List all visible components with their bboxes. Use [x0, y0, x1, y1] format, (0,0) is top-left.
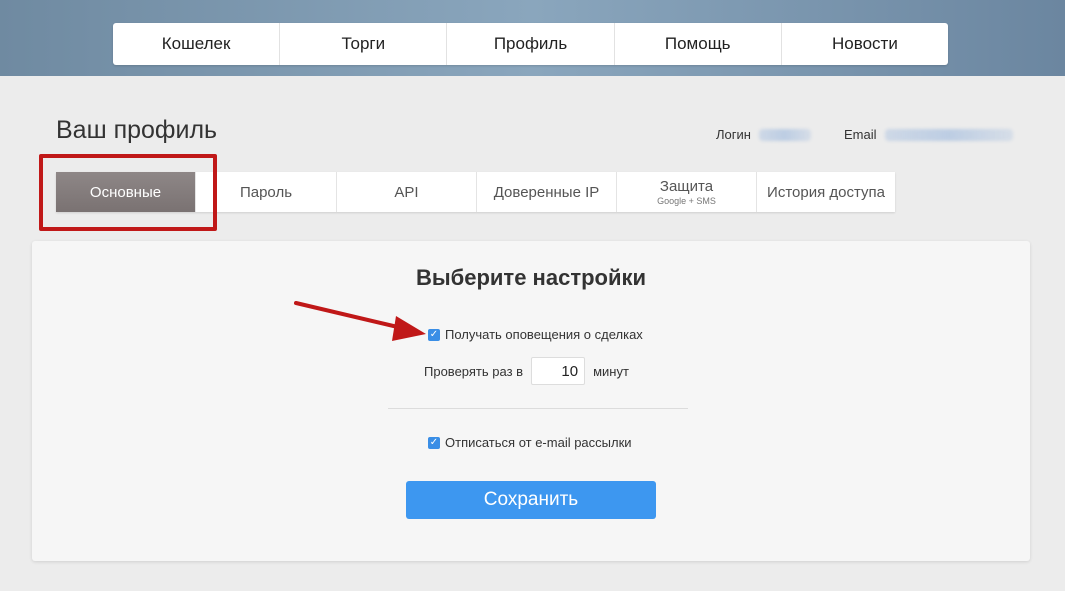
nav-item-trading[interactable]: Торги	[280, 23, 448, 65]
save-button[interactable]: Сохранить	[406, 481, 656, 519]
tab-password[interactable]: Пароль	[196, 172, 337, 212]
check-interval-row: Проверять раз в минут	[424, 357, 629, 385]
notify-option[interactable]: ✓ Получать оповещения о сделках	[428, 327, 643, 342]
tab-general[interactable]: Основные	[56, 172, 196, 212]
tab-security[interactable]: Защита Google + SMS	[617, 172, 757, 212]
tab-trusted-ip[interactable]: Доверенные IP	[477, 172, 617, 212]
tab-access-history[interactable]: История доступа	[757, 172, 895, 212]
tab-label: API	[394, 183, 419, 201]
profile-tabs: Основные Пароль API Доверенные IP Защита…	[56, 172, 895, 212]
tab-label: Пароль	[239, 183, 293, 201]
tab-label: История доступа	[767, 183, 885, 201]
interval-suffix: минут	[593, 363, 629, 379]
email-value-redacted	[884, 128, 1013, 141]
unsubscribe-label: Отписаться от e-mail рассылки	[445, 435, 632, 450]
tab-label: Доверенные IP	[493, 183, 600, 201]
tab-sublabel: Google + SMS	[657, 196, 716, 206]
email-label: Email	[844, 127, 877, 142]
unsubscribe-option[interactable]: ✓ Отписаться от e-mail рассылки	[428, 435, 632, 450]
top-navigation: Кошелек Торги Профиль Помощь Новости	[113, 23, 948, 65]
nav-item-help[interactable]: Помощь	[615, 23, 782, 65]
interval-prefix: Проверять раз в	[424, 363, 524, 379]
tab-label: Защита	[659, 178, 714, 195]
check-icon: ✓	[429, 328, 439, 340]
settings-title: Выберите настройки	[415, 265, 647, 290]
login-label: Логин	[716, 127, 751, 142]
login-info: Логин	[716, 127, 811, 142]
interval-input[interactable]	[531, 357, 586, 385]
login-value-redacted	[758, 128, 811, 141]
nav-item-profile[interactable]: Профиль	[447, 23, 615, 65]
settings-panel: Выберите настройки ✓ Получать оповещения…	[32, 241, 1030, 561]
page-title: Ваш профиль	[56, 116, 218, 144]
nav-item-news[interactable]: Новости	[782, 23, 948, 65]
email-info: Email	[844, 127, 1013, 142]
notify-label: Получать оповещения о сделках	[445, 327, 643, 342]
divider	[388, 408, 688, 409]
tab-label: Основные	[89, 183, 162, 201]
unsubscribe-checkbox[interactable]: ✓	[428, 436, 440, 449]
nav-item-wallet[interactable]: Кошелек	[113, 23, 281, 65]
check-icon: ✓	[429, 436, 439, 448]
tab-api[interactable]: API	[337, 172, 477, 212]
notify-checkbox[interactable]: ✓	[428, 328, 440, 341]
